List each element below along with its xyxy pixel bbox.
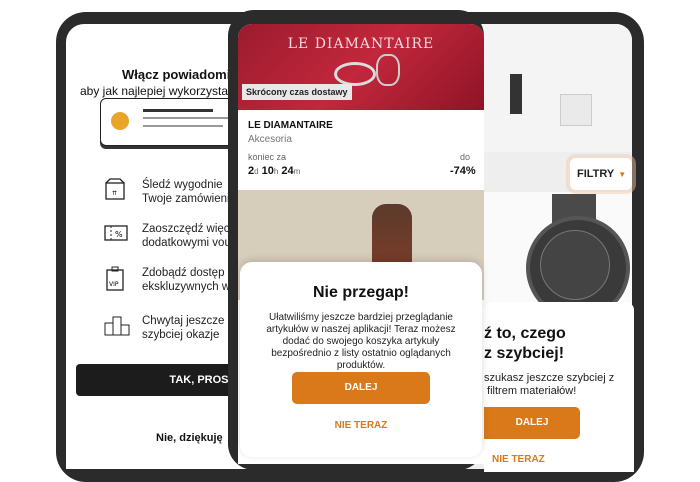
feature-text: Chwytaj jeszcze szybciej okazje [142, 315, 225, 341]
modal-title: Nie przegap! [312, 284, 409, 301]
delivery-badge: Skrócony czas dostawy [242, 84, 352, 100]
feature-text: Śledź wygodnie Twoje zamówienie [142, 179, 236, 205]
campaign-banner[interactable]: LE DIAMANTAIRE Skrócony czas dostawy [238, 24, 484, 110]
dont-miss-modal: Nie przegap! Ułatwiliśmy jeszcze bardzie… [240, 262, 482, 457]
ring-image [334, 62, 376, 86]
coupon-icon: % [104, 222, 128, 246]
podium-icon [104, 314, 130, 338]
modal-title: ź to, czego z szybciej! [484, 325, 566, 362]
box-icon: ⇈ [104, 178, 126, 202]
next-button[interactable]: DALEJ [292, 372, 430, 404]
svg-text:%: % [115, 230, 123, 239]
caret-down-icon: ▼ [618, 170, 627, 179]
watch-face [540, 230, 610, 300]
filter-button[interactable]: FILTRY ▼ [570, 158, 632, 190]
modal-text: szukasz jeszcze szybciej z filtrem mater… [484, 372, 615, 397]
next-button[interactable]: DALEJ [484, 407, 580, 439]
ends-label: koniec za [248, 152, 287, 162]
preview-line [143, 117, 233, 119]
product-image [560, 94, 592, 126]
svg-text:VIP: VIP [109, 281, 119, 288]
preview-line [143, 125, 223, 127]
svg-text:⇈: ⇈ [112, 190, 117, 197]
app-logo-icon [111, 112, 129, 130]
not-now-link[interactable]: NIE TERAZ [492, 454, 545, 465]
vip-icon: VIP [104, 266, 126, 291]
filter-label: FILTRY [577, 168, 615, 180]
filter-promo-modal: ź to, czego z szybciej! szukasz jeszcze … [484, 302, 634, 472]
ring-image [376, 54, 400, 86]
modal-text: Ułatwiliśmy jeszcze bardziej przeglądani… [266, 312, 456, 371]
not-now-button[interactable]: NIE TERAZ [240, 420, 482, 431]
brand-logo: LE DIAMANTAIRE [287, 36, 435, 52]
discount-label: do [460, 152, 471, 162]
campaign-brand: LE DIAMANTAIRE [248, 120, 333, 131]
countdown-timer: 2d 10h 24m [248, 165, 301, 177]
campaign-category: Akcesoria [248, 134, 292, 145]
preview-line [143, 109, 213, 112]
product-image [510, 74, 522, 114]
discount-value: -74% [450, 165, 476, 177]
